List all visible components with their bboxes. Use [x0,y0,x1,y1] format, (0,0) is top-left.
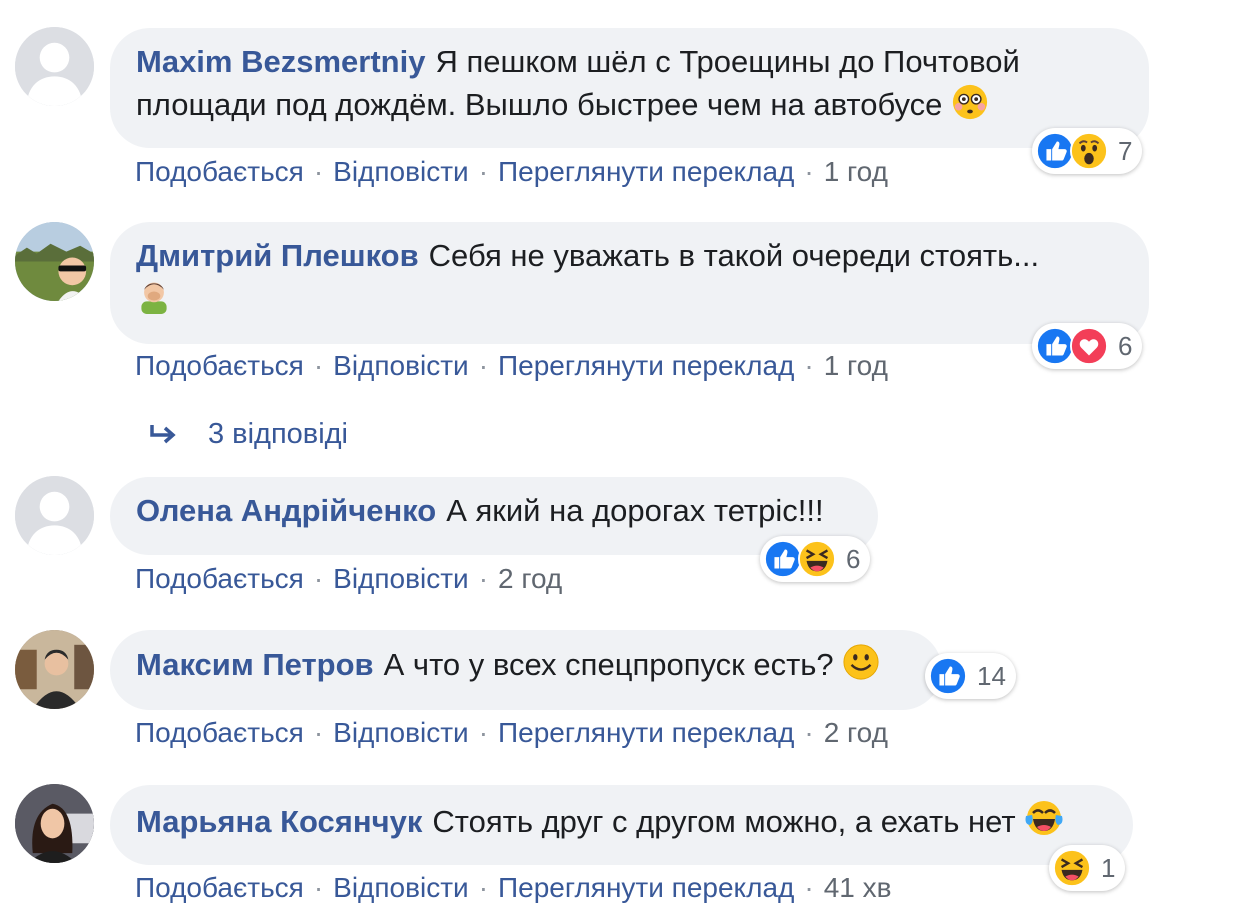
see-translation-button[interactable]: Переглянути переклад [498,156,794,187]
flushed-face-icon [952,84,988,120]
wow-reaction-icon [1070,132,1108,170]
comment-text-line2: площади под дождём. Вышло быстрее чем на… [136,87,943,122]
comment-text: А який на дорогах тетріс!!! [446,493,824,528]
haha-reaction-icon [798,540,836,578]
see-translation-button[interactable]: Переглянути переклад [498,717,794,748]
comment-bubble: Максим Петров А что у всех спецпропуск ес… [110,630,942,710]
comment-author[interactable]: Maxim Bezsmertniy [136,44,425,79]
comment-bubble: Олена Андрійченко А який на дорогах тетрі… [110,477,878,555]
avatar[interactable] [15,630,94,709]
comment-author[interactable]: Дмитрий Плешков [136,238,419,273]
avatar[interactable] [15,784,94,863]
separator: · [313,156,324,187]
separator: · [313,872,324,903]
reaction-count: 1 [1101,852,1116,883]
comment-actions: Подобається · Відповісти · 2 год [135,563,562,595]
comment-text: Я пешком шёл с Троещины до Почтовой [435,44,1020,79]
avatar[interactable] [15,222,94,301]
separator: · [313,563,324,594]
like-button[interactable]: Подобається [135,350,304,381]
reactions-summary[interactable]: 7 [1032,128,1143,174]
comment-actions: Подобається · Відповісти · Переглянути перек… [135,350,888,382]
like-button[interactable]: Подобається [135,563,304,594]
like-reaction-icon [929,657,967,695]
reactions-summary[interactable]: 14 [925,653,1016,699]
like-reaction-icon [764,540,802,578]
avatar-photo [15,784,94,863]
reactions-summary[interactable]: 6 [760,536,871,582]
love-reaction-icon [1070,327,1108,365]
view-replies-link[interactable]: 3 відповіді [148,418,348,451]
reactions-summary[interactable]: 1 [1049,845,1126,891]
avatar-photo [15,630,94,709]
separator: · [804,717,814,748]
reply-button[interactable]: Відповісти [333,350,469,381]
comment-timestamp[interactable]: 2 год [824,717,888,748]
separator: · [313,350,324,381]
comment-author[interactable]: Олена Андрійченко [136,493,436,528]
replies-count-label[interactable]: 3 відповіді [208,418,348,451]
comment-timestamp[interactable]: 1 год [824,156,888,187]
comment-actions: Подобається · Відповісти · Переглянути перек… [135,156,888,188]
tears-of-joy-icon [1025,801,1063,835]
comment-text: А что у всех спецпропуск есть? [383,647,834,682]
haha-reaction-icon [1053,849,1091,887]
separator: · [478,563,489,594]
separator: · [804,872,814,903]
comment-bubble: Maxim Bezsmertniy Я пешком шёл с Троещины… [110,28,1149,148]
man-facepalming-icon [141,282,167,314]
avatar[interactable] [15,27,94,106]
like-button[interactable]: Подобається [135,156,304,187]
separator: · [478,717,489,748]
like-button[interactable]: Подобається [135,717,304,748]
see-translation-button[interactable]: Переглянути переклад [498,350,794,381]
like-reaction-icon [1036,327,1074,365]
see-translation-button[interactable]: Переглянути переклад [498,872,794,903]
reply-button[interactable]: Відповісти [333,563,469,594]
comment-author[interactable]: Марьяна Косянчук [136,804,422,839]
comment-text: Себя не уважать в такой очереди стоять..… [428,238,1040,273]
reply-button[interactable]: Відповісти [333,717,469,748]
reply-button[interactable]: Відповісти [333,156,469,187]
comment-text: Стоять друг с другом можно, а ехать нет [432,804,1016,839]
reaction-count: 14 [977,660,1006,691]
comment-actions: Подобається · Відповісти · Переглянути перек… [135,717,888,749]
separator: · [313,717,324,748]
separator: · [804,156,814,187]
separator: · [478,350,489,381]
separator: · [478,156,489,187]
comment-timestamp[interactable]: 1 год [824,350,888,381]
avatar[interactable] [15,476,94,555]
comment-bubble: Дмитрий Плешков Себя не уважать в такой о… [110,222,1149,344]
comment-actions: Подобається · Відповісти · Переглянути перек… [135,872,892,904]
comment-timestamp[interactable]: 2 год [498,563,562,594]
comment-author[interactable]: Максим Петров [136,647,374,682]
separator: · [478,872,489,903]
reaction-count: 6 [1118,330,1133,361]
avatar-photo [15,222,94,301]
reaction-count: 7 [1118,135,1133,166]
smiling-face-icon [843,644,879,680]
reply-arrow-icon [150,424,176,443]
comment-bubble: Марьяна Косянчук Стоять друг с другом мож… [110,785,1133,865]
comment-timestamp[interactable]: 41 хв [824,872,892,903]
like-button[interactable]: Подобається [135,872,304,903]
reactions-summary[interactable]: 6 [1032,323,1143,369]
reply-button[interactable]: Відповісти [333,872,469,903]
reaction-count: 6 [846,543,861,574]
separator: · [804,350,814,381]
like-reaction-icon [1036,132,1074,170]
